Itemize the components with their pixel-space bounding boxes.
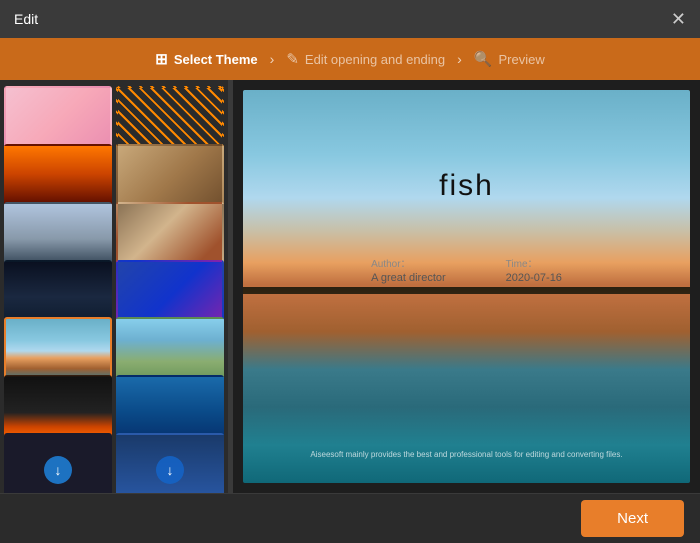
step-select-theme[interactable]: ⊞ Select Theme <box>155 50 257 68</box>
preview-title: fish <box>243 169 690 203</box>
step-preview-label: Preview <box>499 52 545 67</box>
window-title: Edit <box>14 11 38 27</box>
preview-author-col: Author： A great director <box>371 255 446 284</box>
edit-opening-icon: ✎ <box>286 50 299 68</box>
preview-time-col: Time： 2020-07-16 <box>506 255 562 284</box>
step-edit-opening[interactable]: ✎ Edit opening and ending <box>286 50 445 68</box>
preview-slide: fish Author： A great director Time： 2020… <box>243 90 690 483</box>
bottom-bar: Next <box>0 493 700 543</box>
step-arrow-1: › <box>270 51 275 67</box>
next-button[interactable]: Next <box>581 500 684 537</box>
download-icon-blue: ↓ <box>156 456 184 484</box>
preview-time-value: 2020-07-16 <box>506 272 562 284</box>
preview-footer-text: Aiseesoft mainly provides the best and p… <box>243 450 690 459</box>
preview-meta: Author： A great director Time： 2020-07-1… <box>243 255 690 284</box>
theme-thumbnail-list: ↓ ↓ <box>0 80 228 493</box>
title-bar: Edit ✕ <box>0 0 700 38</box>
step-edit-opening-label: Edit opening and ending <box>305 52 445 67</box>
close-button[interactable]: ✕ <box>671 10 686 28</box>
download-icon-dark: ↓ <box>44 456 72 484</box>
step-arrow-2: › <box>457 51 462 67</box>
main-content: ↓ ↓ fish Author： A great director Time： <box>0 80 700 493</box>
theme-thumb-download-dark[interactable]: ↓ <box>4 433 112 493</box>
preview-panel: fish Author： A great director Time： 2020… <box>233 80 700 493</box>
preview-icon: 🔍 <box>474 50 493 68</box>
theme-thumb-download-blue[interactable]: ↓ <box>116 433 224 493</box>
preview-author-label: Author： <box>371 255 446 270</box>
preview-author-value: A great director <box>371 272 446 284</box>
select-theme-icon: ⊞ <box>155 50 168 68</box>
step-preview[interactable]: 🔍 Preview <box>474 50 545 68</box>
step-select-theme-label: Select Theme <box>174 52 258 67</box>
preview-time-label: Time： <box>506 255 562 270</box>
steps-bar: ⊞ Select Theme › ✎ Edit opening and endi… <box>0 38 700 80</box>
